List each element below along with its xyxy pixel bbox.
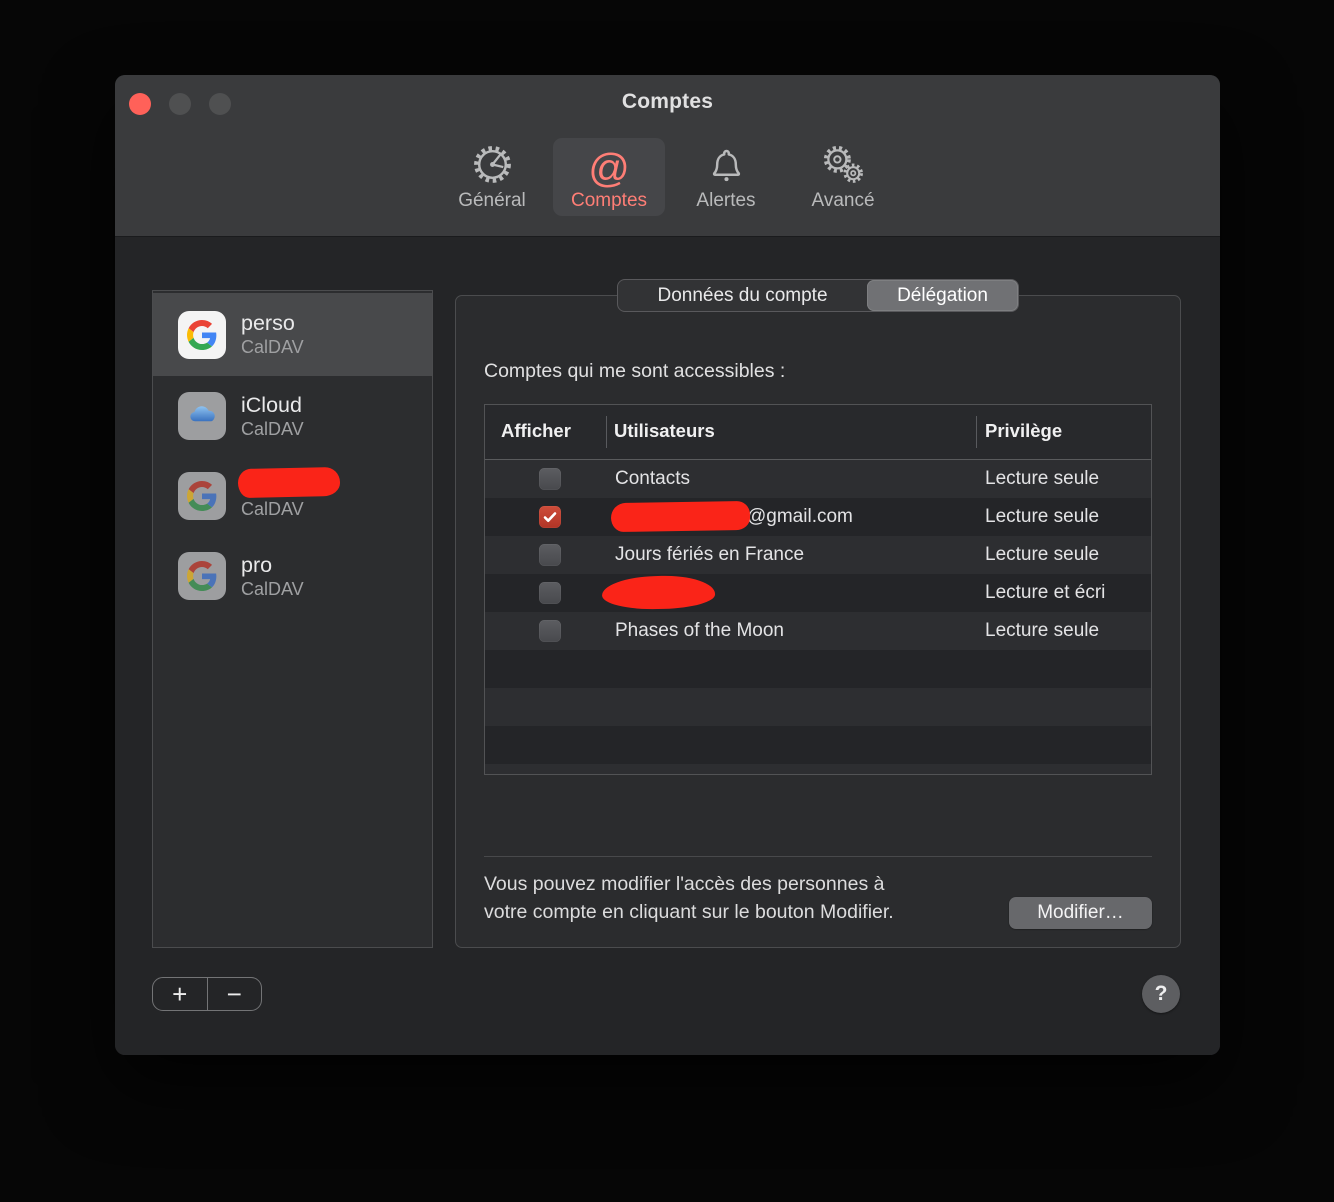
help-button[interactable]: ?: [1142, 975, 1180, 1013]
account-type: CalDAV: [241, 498, 304, 519]
column-divider: [606, 416, 607, 448]
account-name: iCloud: [241, 392, 302, 417]
toolbar-tab-comptes[interactable]: @ Comptes: [553, 138, 665, 216]
account-row-perso[interactable]: perso CalDAV: [153, 293, 432, 376]
divider: [484, 856, 1152, 857]
toolbar-tab-avance[interactable]: Avancé: [787, 138, 899, 216]
footer-text: Vous pouvez modifier l'accès des personn…: [484, 870, 894, 926]
modify-button[interactable]: Modifier…: [1009, 897, 1152, 929]
user-cell: Jours fériés en France: [615, 544, 805, 565]
preferences-window: Comptes Général @ Comptes Alertes Avancé…: [115, 75, 1220, 1055]
account-name: perso: [241, 311, 295, 335]
show-checkbox[interactable]: [539, 506, 561, 528]
toolbar: Général @ Comptes Alertes Avancé: [115, 138, 1220, 216]
column-header-utilisateurs[interactable]: Utilisateurs: [614, 420, 715, 442]
account-type: CalDAV: [241, 337, 304, 357]
tab-donnees-du-compte[interactable]: Données du compte: [618, 280, 867, 311]
table-header: Afficher Utilisateurs Privilège: [485, 405, 1151, 460]
delegation-table: Afficher Utilisateurs Privilège Contacts…: [484, 404, 1152, 775]
redaction-scribble: [601, 574, 716, 611]
remove-account-button[interactable]: −: [208, 978, 262, 1010]
account-row-icloud[interactable]: iCloud CalDAV: [153, 376, 432, 456]
toolbar-tab-label: Avancé: [811, 190, 875, 211]
empty-table-row: [485, 726, 1151, 764]
gears-icon: [821, 138, 866, 187]
toolbar-tab-label: Général: [458, 190, 526, 211]
account-type: CalDAV: [241, 578, 304, 599]
column-header-afficher[interactable]: Afficher: [501, 420, 571, 442]
icloud-icon: [178, 392, 226, 440]
show-checkbox[interactable]: [539, 468, 561, 490]
account-type: CalDAV: [241, 418, 304, 439]
window-title: Comptes: [621, 90, 714, 113]
table-row[interactable]: Lecture et écri: [485, 574, 1151, 612]
google-icon: [178, 310, 226, 359]
empty-table-row: [485, 764, 1151, 774]
redaction-scribble: [237, 466, 341, 499]
privilege-cell: Lecture seule: [985, 506, 1100, 527]
privilege-cell: Lecture et écri: [985, 582, 1106, 603]
gear-dial-icon: [470, 138, 515, 187]
table-row[interactable]: Contacts Lecture seule: [485, 460, 1151, 498]
table-row[interactable]: @gmail.com Lecture seule: [485, 498, 1151, 536]
content-area: perso CalDAV iCloud CalDAV CalDAV pro Ca…: [115, 238, 1220, 1055]
tab-delegation[interactable]: Délégation: [867, 280, 1018, 311]
add-remove-control: + −: [152, 977, 262, 1011]
privilege-cell: Lecture seule: [985, 468, 1100, 489]
account-name: pro: [241, 552, 273, 577]
show-checkbox[interactable]: [539, 544, 561, 566]
redaction-scribble: [610, 500, 751, 533]
toolbar-tab-label: Alertes: [696, 190, 756, 211]
footer-text-line2: votre compte en cliquant sur le bouton M…: [484, 901, 894, 923]
account-list: perso CalDAV iCloud CalDAV CalDAV pro Ca…: [152, 290, 433, 948]
toolbar-tab-alertes[interactable]: Alertes: [670, 138, 782, 216]
toolbar-tab-label: Comptes: [570, 190, 648, 211]
section-label: Comptes qui me sont accessibles :: [484, 360, 786, 382]
toolbar-tab-general[interactable]: Général: [436, 138, 548, 216]
user-cell: Phases of the Moon: [615, 620, 784, 641]
empty-table-row: [485, 650, 1151, 688]
table-row[interactable]: Phases of the Moon Lecture seule: [485, 612, 1151, 650]
column-header-privilege[interactable]: Privilège: [985, 420, 1062, 442]
show-checkbox[interactable]: [539, 620, 561, 642]
google-icon: [178, 472, 226, 520]
bell-icon: [704, 138, 749, 187]
at-sign-icon: @: [588, 145, 630, 191]
footer-text-line1: Vous pouvez modifier l'accès des personn…: [484, 873, 885, 895]
show-checkbox[interactable]: [539, 582, 561, 604]
account-row-redacted[interactable]: CalDAV: [153, 456, 432, 536]
column-divider: [976, 416, 977, 448]
titlebar: Comptes Général @ Comptes Alertes Avancé: [115, 75, 1220, 237]
empty-table-row: [485, 688, 1151, 726]
privilege-cell: Lecture seule: [985, 620, 1100, 641]
user-cell: Contacts: [615, 468, 690, 489]
add-account-button[interactable]: +: [153, 978, 208, 1010]
account-row-pro[interactable]: pro CalDAV: [153, 536, 432, 616]
privilege-cell: Lecture seule: [985, 544, 1100, 565]
google-icon: [178, 552, 226, 600]
table-row[interactable]: Jours fériés en France Lecture seule: [485, 536, 1151, 574]
tab-switcher: Données du compte Délégation: [617, 279, 1019, 312]
delegation-panel: Comptes qui me sont accessibles : Affich…: [455, 295, 1181, 948]
